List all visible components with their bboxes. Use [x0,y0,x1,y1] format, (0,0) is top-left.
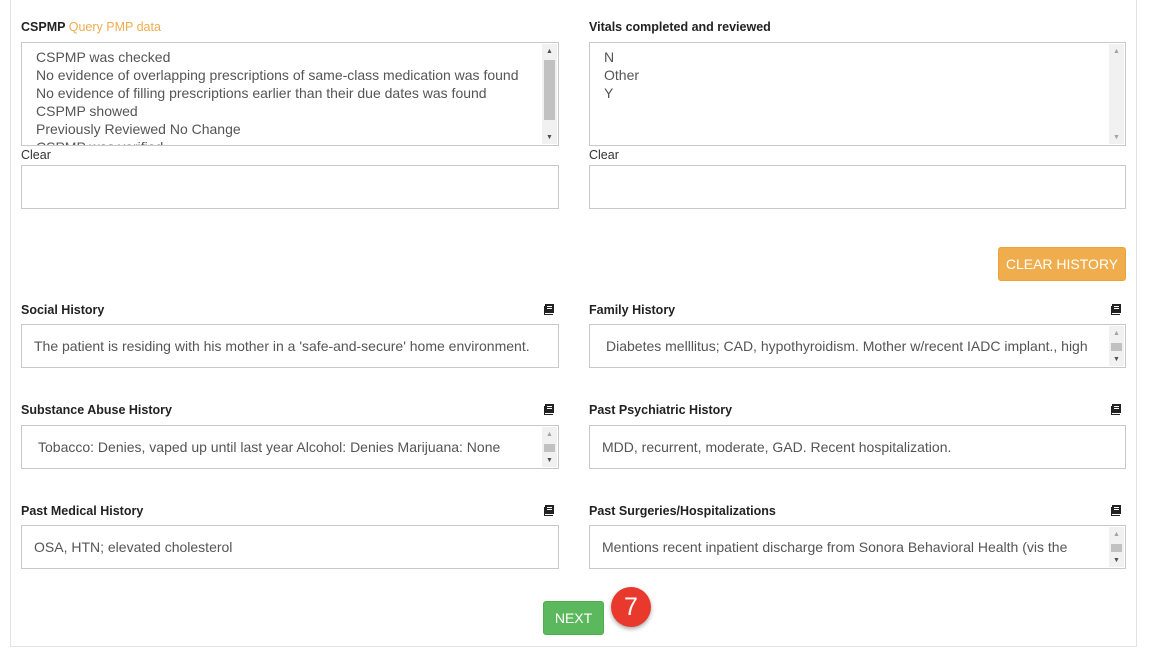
book-icon[interactable] [543,304,555,315]
scroll-thumb[interactable] [544,60,555,120]
vitals-label: Vitals completed and reviewed [589,20,771,34]
scroll-up-icon[interactable]: ▲ [1109,44,1124,58]
cspmp-listbox[interactable]: CSPMP was checked No evidence of overlap… [21,42,559,146]
scroll-down-icon[interactable]: ▼ [542,130,557,144]
substance-history-label: Substance Abuse History [21,403,172,417]
cspmp-option[interactable]: CSPMP was checked [36,48,558,66]
step-number-badge: 7 [611,587,651,627]
scroll-up-icon[interactable]: ▲ [542,427,557,441]
cspmp-option[interactable]: No evidence of filling prescriptions ear… [36,84,558,102]
substance-history-scrollbar[interactable]: ▲ ▼ [542,427,557,467]
surgeries-value: Mentions recent inpatient discharge from… [602,539,1068,555]
vitals-option[interactable]: Other [604,66,1125,84]
book-icon[interactable] [1110,505,1122,516]
vitals-option[interactable]: Y [604,84,1125,102]
scroll-up-icon[interactable]: ▲ [1109,326,1124,340]
medical-history-input[interactable]: OSA, HTN; elevated cholesterol [21,525,559,569]
scroll-thumb[interactable] [1111,343,1122,351]
cspmp-option[interactable]: CSPMP showed [36,102,558,120]
query-pmp-link[interactable]: Query PMP data [69,20,161,34]
next-button[interactable]: NEXT [543,601,604,635]
clear-history-button[interactable]: CLEAR HISTORY [998,247,1126,281]
vitals-listbox[interactable]: N Other Y ▲ ▼ [589,42,1126,146]
scroll-thumb[interactable] [1111,544,1122,552]
psychiatric-history-input[interactable]: MDD, recurrent, moderate, GAD. Recent ho… [589,425,1126,469]
cspmp-scrollbar[interactable]: ▲ ▼ [542,44,557,144]
cspmp-option[interactable]: CSPMP was verified [36,138,558,145]
book-icon[interactable] [543,505,555,516]
scroll-up-icon[interactable]: ▲ [542,44,557,58]
vitals-text-input[interactable] [589,165,1126,209]
social-history-label: Social History [21,303,105,317]
surgeries-label: Past Surgeries/Hospitalizations [589,504,776,518]
cspmp-clear-link[interactable]: Clear [21,148,51,162]
substance-history-input[interactable]: Tobacco: Denies, vaped up until last yea… [21,425,559,469]
scroll-up-icon[interactable]: ▲ [1109,527,1124,541]
cspmp-option[interactable]: Previously Reviewed No Change [36,120,558,138]
book-icon[interactable] [543,404,555,415]
cspmp-text-input[interactable] [21,165,559,209]
substance-history-value: Tobacco: Denies, vaped up until last yea… [38,439,501,455]
scroll-down-icon[interactable]: ▼ [1109,553,1124,567]
family-history-scrollbar[interactable]: ▲ ▼ [1109,326,1124,366]
surgeries-scrollbar[interactable]: ▲ ▼ [1109,527,1124,567]
vitals-clear-link[interactable]: Clear [589,148,619,162]
scroll-thumb[interactable] [544,444,555,452]
vitals-scrollbar[interactable]: ▲ ▼ [1109,44,1124,144]
family-history-label: Family History [589,303,676,317]
book-icon[interactable] [1110,304,1122,315]
surgeries-input[interactable]: Mentions recent inpatient discharge from… [589,525,1126,569]
cspmp-option[interactable]: No evidence of overlapping prescriptions… [36,66,558,84]
cspmp-label-group: CSPMP Query PMP data [21,20,161,34]
scroll-down-icon[interactable]: ▼ [1109,130,1124,144]
scroll-down-icon[interactable]: ▼ [542,453,557,467]
medical-history-label: Past Medical History [21,504,144,518]
book-icon[interactable] [1110,404,1122,415]
social-history-input[interactable]: The patient is residing with his mother … [21,324,559,368]
cspmp-label: CSPMP [21,20,66,34]
psychiatric-history-label: Past Psychiatric History [589,403,733,417]
vitals-option[interactable]: N [604,48,1125,66]
scroll-down-icon[interactable]: ▼ [1109,352,1124,366]
family-history-input[interactable]: Diabetes melllitus; CAD, hypothyroidism.… [589,324,1126,368]
family-history-value: Diabetes melllitus; CAD, hypothyroidism.… [606,338,1088,354]
